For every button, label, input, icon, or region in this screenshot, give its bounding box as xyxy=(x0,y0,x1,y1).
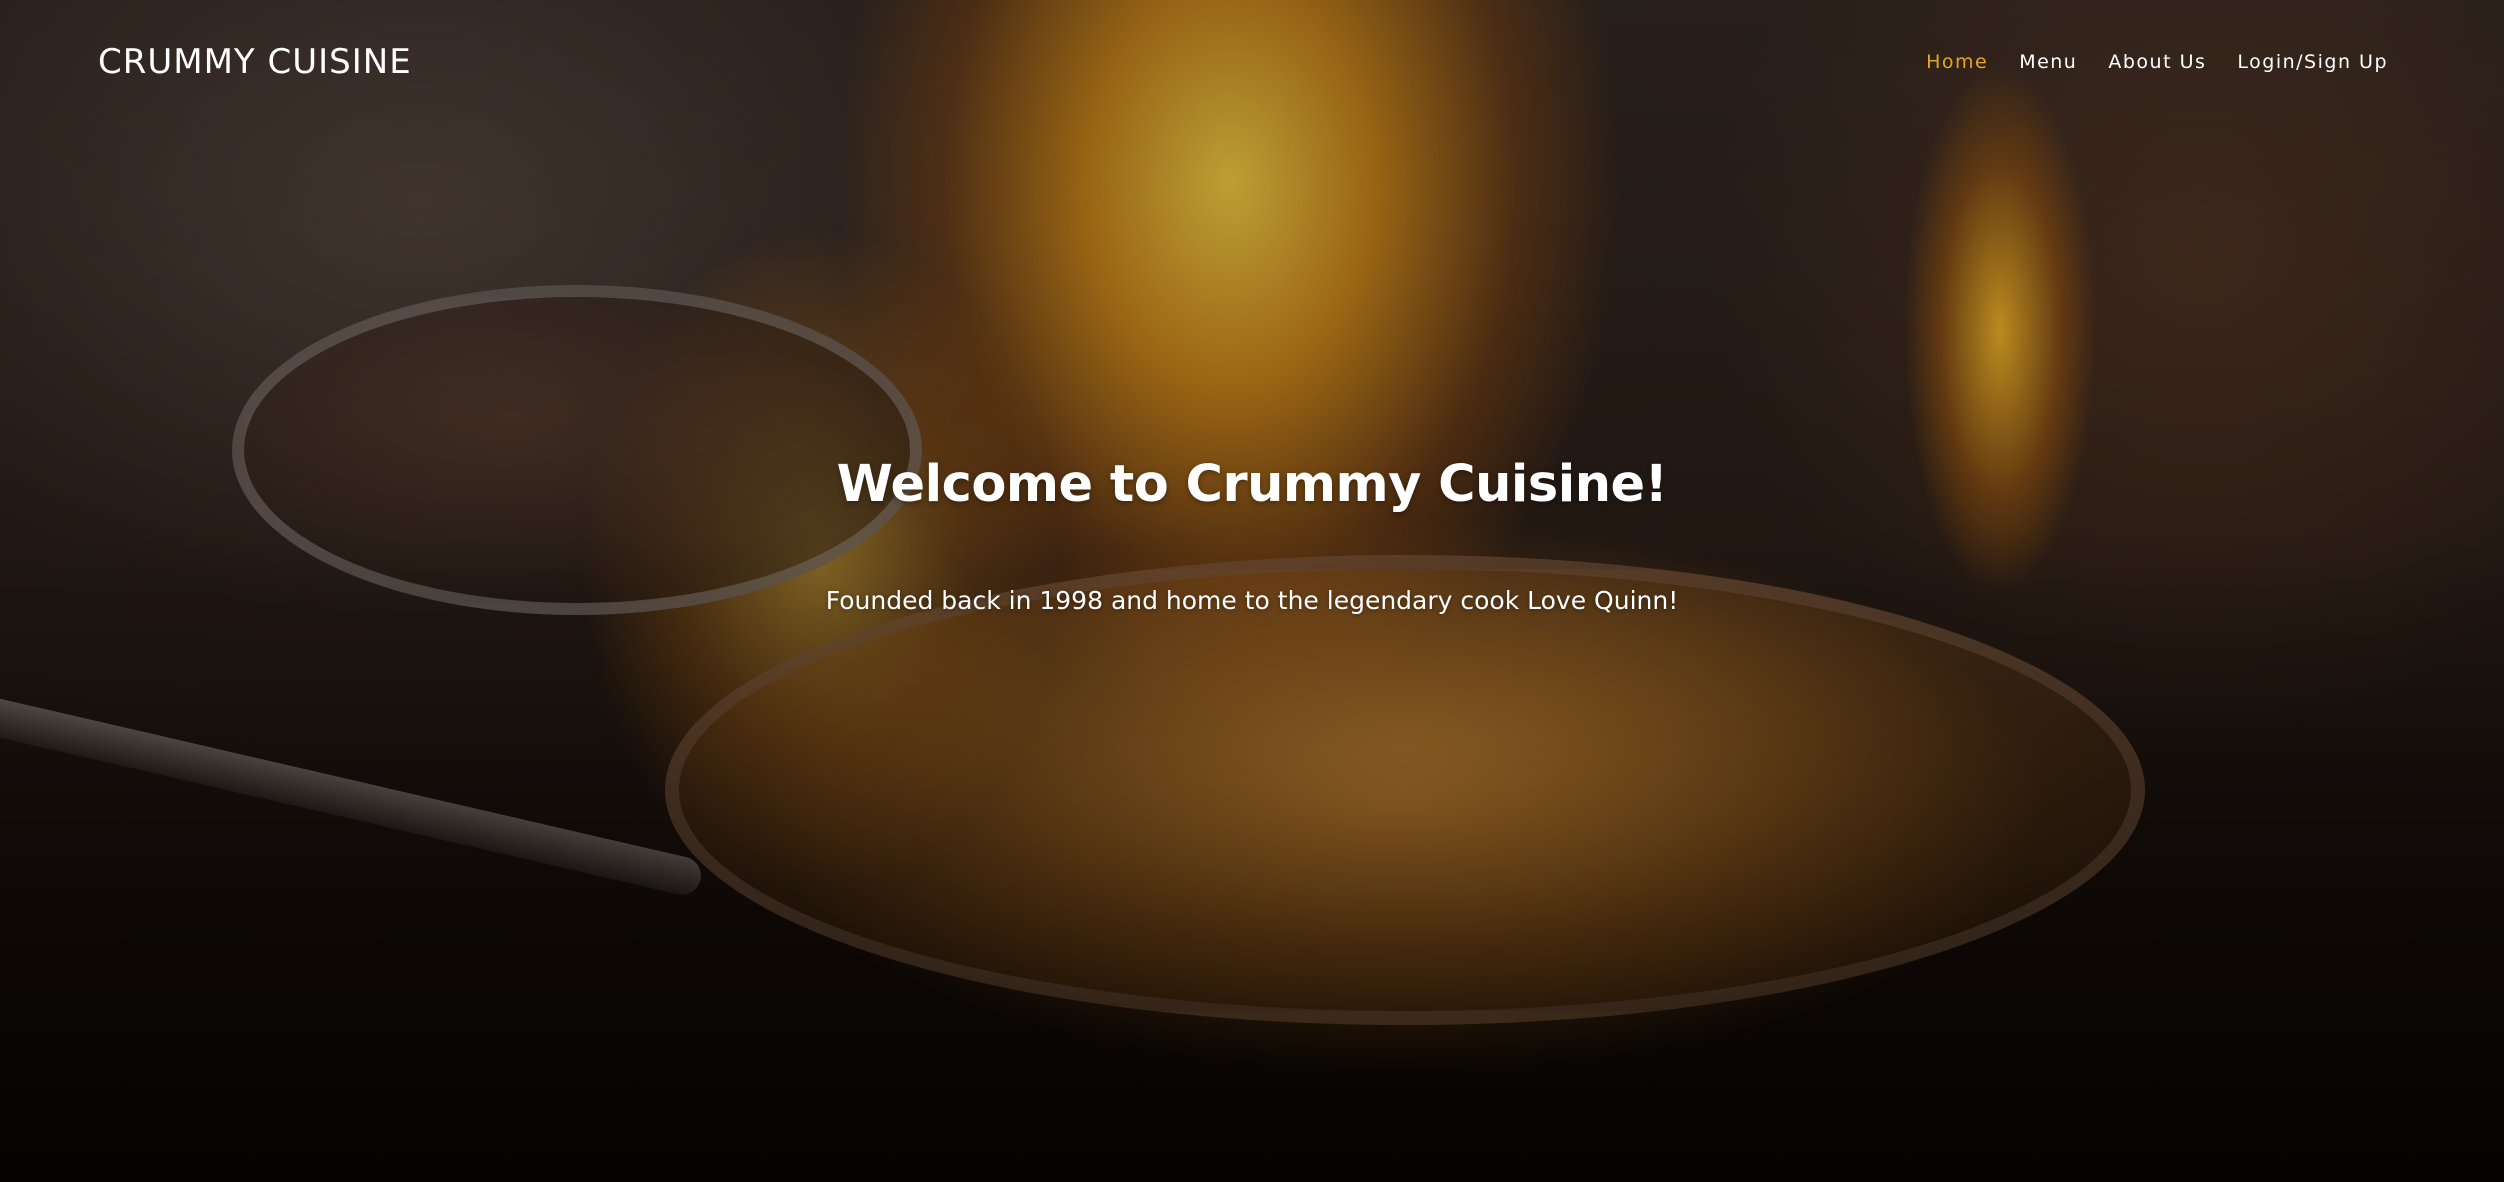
nav-link-menu[interactable]: Menu xyxy=(2019,51,2077,73)
hero-section: CRUMMY CUISINE Home Menu About Us Login/… xyxy=(0,0,2504,1182)
hero-subtitle: Founded back in 1998 and home to the leg… xyxy=(825,586,1679,615)
nav-link-home[interactable]: Home xyxy=(1926,51,1988,73)
top-navbar: CRUMMY CUISINE Home Menu About Us Login/… xyxy=(0,0,2504,124)
brand-logo-text[interactable]: CRUMMY CUISINE xyxy=(98,42,412,82)
nav-link-about-us[interactable]: About Us xyxy=(2108,51,2206,73)
hero-title: Welcome to Crummy Cuisine! xyxy=(836,455,1668,514)
nav-link-login-signup[interactable]: Login/Sign Up xyxy=(2237,51,2388,73)
main-nav: Home Menu About Us Login/Sign Up xyxy=(1926,51,2388,73)
